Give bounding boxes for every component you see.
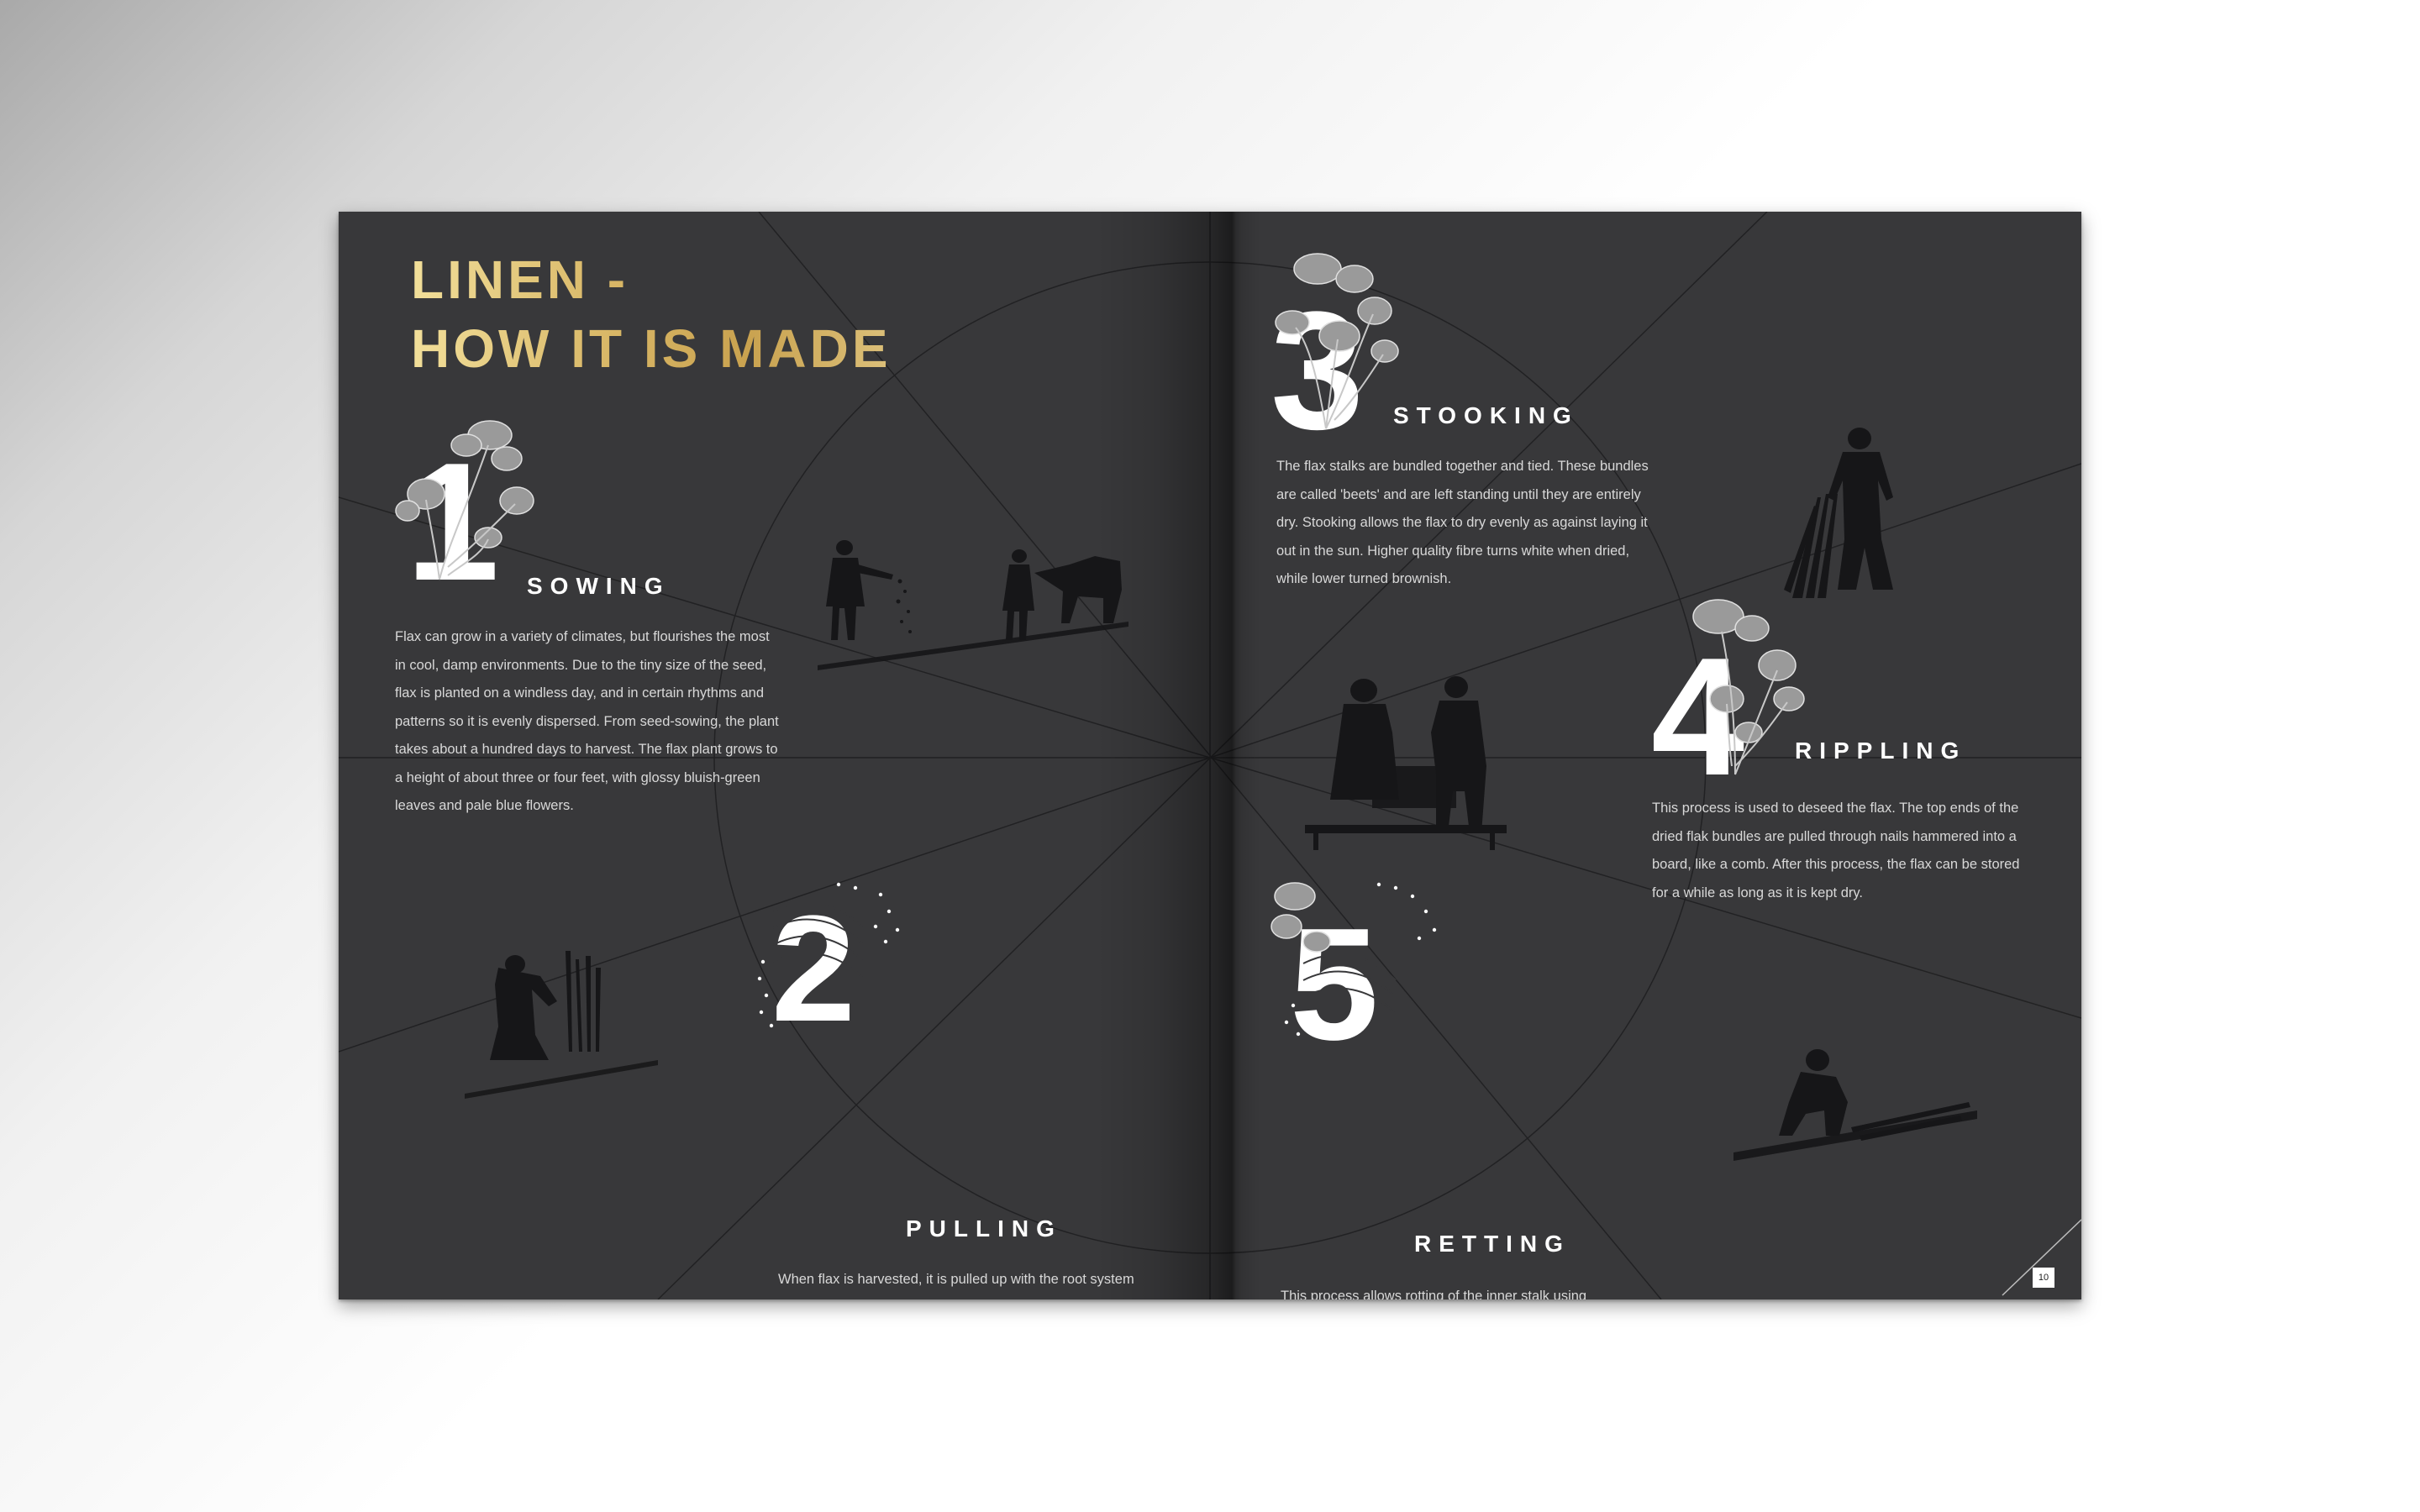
number-2-lined-icon: 2 (757, 882, 900, 1046)
person-spreading-flax-engraving-icon (1733, 1049, 1977, 1161)
step-body-text: The flax stalks are bundled together and… (1276, 459, 1649, 586)
step-heading: RIPPLING (1795, 738, 1967, 764)
title-line-2: HOW IT IS MADE (411, 318, 892, 379)
step-heading: RETTING (1414, 1231, 1570, 1257)
title-line-1: LINEN - (411, 249, 629, 310)
number-1-floral-icon: 1 (395, 420, 534, 605)
step-heading: STOOKING (1393, 402, 1579, 428)
step-body-text: This process allows rotting of the inner… (1281, 1289, 1587, 1299)
big-numeral: 2 (771, 885, 855, 1046)
two-women-rippling-engraving-icon (1305, 676, 1507, 850)
step-body-text: Flax can grow in a variety of climates, … (395, 629, 779, 813)
page-title: LINEN - HOW IT IS MADE (411, 245, 892, 383)
page-number: 10 (2033, 1268, 2054, 1288)
step-body-text: This process is used to deseed the flax.… (1652, 801, 2020, 900)
number-4-floral-icon: 4 (1651, 599, 1805, 783)
step-heading: PULLING (906, 1215, 1062, 1242)
step-heading: SOWING (527, 573, 671, 599)
step-body-text: When flax is harvested, it is pulled up … (778, 1272, 1134, 1287)
big-numeral: 3 (1270, 277, 1364, 437)
brochure-spread: LINEN - HOW IT IS MADE 1 SOWING Flax can… (339, 212, 2081, 1299)
woman-pulling-flax-engraving-icon (465, 951, 658, 1099)
number-5-floral-icon: 5 (1270, 882, 1437, 1047)
man-with-sheaf-engraving-icon (1784, 428, 1893, 598)
sower-and-plough-engraving-icon (818, 540, 1128, 670)
